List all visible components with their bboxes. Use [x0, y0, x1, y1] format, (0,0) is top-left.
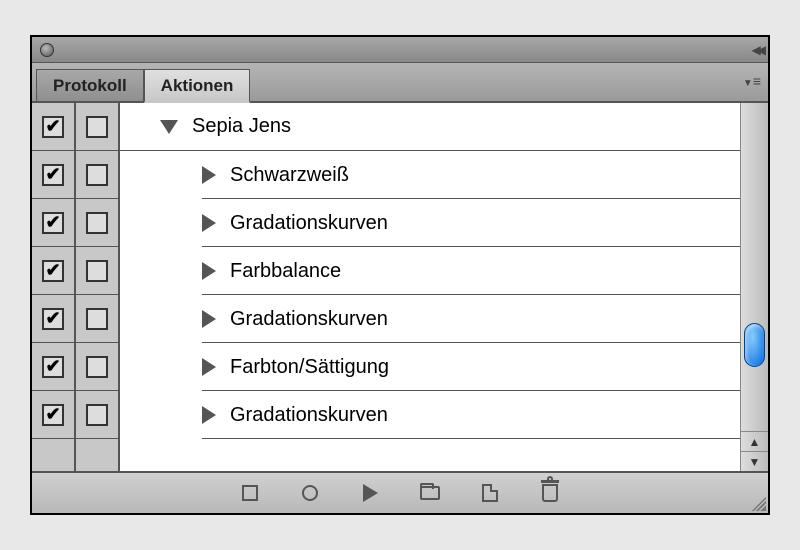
- stop-button[interactable]: [239, 482, 261, 504]
- collapse-icon[interactable]: ◀◀: [752, 43, 762, 57]
- disclosure-right-icon[interactable]: [202, 262, 216, 280]
- action-step-row[interactable]: Gradationskurven: [120, 199, 740, 247]
- tab-aktionen[interactable]: Aktionen: [144, 69, 251, 103]
- action-step-row[interactable]: Gradationskurven: [120, 391, 740, 439]
- step-label: Gradationskurven: [230, 308, 388, 331]
- delete-button[interactable]: [539, 482, 561, 504]
- enable-column: ✔ ✔ ✔ ✔ ✔ ✔ ✔: [32, 103, 76, 471]
- dialog-checkbox[interactable]: [86, 356, 108, 378]
- action-step-row[interactable]: Gradationskurven: [120, 295, 740, 343]
- step-label: Schwarzweiß: [230, 164, 349, 187]
- disclosure-down-icon[interactable]: [160, 120, 178, 134]
- footer-toolbar: [32, 471, 768, 513]
- disclosure-right-icon[interactable]: [202, 214, 216, 232]
- action-set-name: Sepia Jens: [192, 115, 291, 138]
- titlebar: ◀◀: [32, 37, 768, 63]
- tab-protokoll[interactable]: Protokoll: [36, 69, 144, 101]
- dialog-checkbox[interactable]: [86, 164, 108, 186]
- dialog-checkbox[interactable]: [86, 308, 108, 330]
- step-label: Farbbalance: [230, 260, 341, 283]
- record-icon: [302, 485, 318, 501]
- enable-checkbox[interactable]: ✔: [42, 116, 64, 138]
- step-label: Farbton/Sättigung: [230, 356, 389, 379]
- page-icon: [482, 484, 498, 502]
- play-button[interactable]: [359, 482, 381, 504]
- dialog-checkbox[interactable]: [86, 404, 108, 426]
- new-set-button[interactable]: [419, 482, 441, 504]
- content-area: ✔ ✔ ✔ ✔ ✔ ✔ ✔ Sepia Jens Schwarzweiß: [32, 103, 768, 471]
- scrollbar-thumb[interactable]: [744, 323, 765, 367]
- dialog-column: [76, 103, 120, 471]
- dialog-checkbox[interactable]: [86, 212, 108, 234]
- scrollbar-track[interactable]: [741, 103, 768, 431]
- panel-menu-button[interactable]: ▼≡: [743, 73, 760, 90]
- action-step-row[interactable]: Farbton/Sättigung: [120, 343, 740, 391]
- action-step-row[interactable]: Schwarzweiß: [120, 151, 740, 199]
- scroll-down-icon[interactable]: ▼: [741, 451, 768, 471]
- folder-icon: [420, 486, 440, 500]
- step-label: Gradationskurven: [230, 404, 388, 427]
- close-button[interactable]: [40, 43, 54, 57]
- scrollbar[interactable]: ▲ ▼: [740, 103, 768, 471]
- record-button[interactable]: [299, 482, 321, 504]
- enable-checkbox[interactable]: ✔: [42, 164, 64, 186]
- enable-checkbox[interactable]: ✔: [42, 404, 64, 426]
- enable-checkbox[interactable]: ✔: [42, 212, 64, 234]
- disclosure-right-icon[interactable]: [202, 166, 216, 184]
- scroll-up-icon[interactable]: ▲: [741, 431, 768, 451]
- resize-handle-icon[interactable]: [748, 493, 766, 511]
- dialog-checkbox[interactable]: [86, 260, 108, 282]
- play-icon: [363, 484, 378, 502]
- trash-icon: [542, 484, 558, 502]
- action-tree: Sepia Jens Schwarzweiß Gradationskurven …: [120, 103, 740, 471]
- disclosure-right-icon[interactable]: [202, 406, 216, 424]
- action-set-row[interactable]: Sepia Jens: [120, 103, 740, 151]
- disclosure-right-icon[interactable]: [202, 310, 216, 328]
- tabs: Protokoll Aktionen ▼≡: [32, 63, 768, 103]
- new-action-button[interactable]: [479, 482, 501, 504]
- actions-panel: ◀◀ Protokoll Aktionen ▼≡ ✔ ✔ ✔ ✔ ✔ ✔ ✔: [30, 35, 770, 515]
- action-step-row[interactable]: Farbbalance: [120, 247, 740, 295]
- step-label: Gradationskurven: [230, 212, 388, 235]
- stop-icon: [242, 485, 258, 501]
- enable-checkbox[interactable]: ✔: [42, 308, 64, 330]
- enable-checkbox[interactable]: ✔: [42, 260, 64, 282]
- enable-checkbox[interactable]: ✔: [42, 356, 64, 378]
- dialog-checkbox[interactable]: [86, 116, 108, 138]
- disclosure-right-icon[interactable]: [202, 358, 216, 376]
